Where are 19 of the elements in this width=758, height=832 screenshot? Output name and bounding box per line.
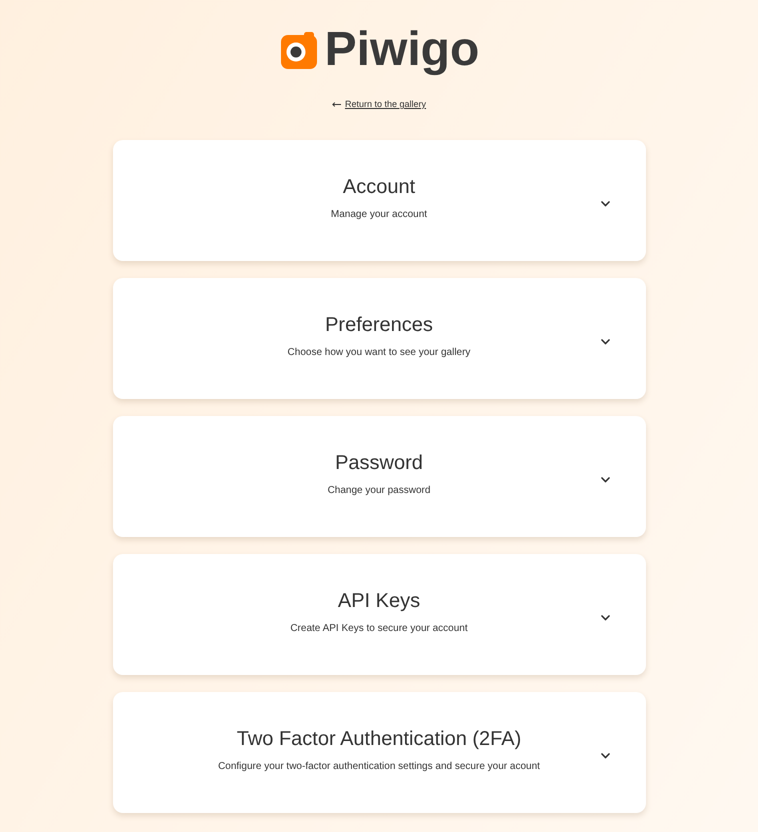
camera-logo-icon xyxy=(280,32,317,68)
arrow-left-icon xyxy=(332,102,341,106)
section-title: Preferences xyxy=(325,313,433,337)
section-title: Two Factor Authentication (2FA) xyxy=(236,727,522,751)
section-description: Manage your account xyxy=(330,208,428,221)
return-to-gallery-link[interactable]: Return to the gallery xyxy=(332,98,426,110)
accordion-card[interactable]: Account Manage your account xyxy=(112,140,646,261)
section-description: Choose how you want to see your gallery xyxy=(288,346,470,359)
section-description: Change your password xyxy=(328,484,430,497)
section-description: Configure your two-factor authentication settings and secure your acount xyxy=(218,760,540,773)
section-description: Create API Keys to secure your account xyxy=(290,622,468,635)
logo-text: Piwigo xyxy=(324,22,480,78)
accordion-card[interactable]: Password Change your password xyxy=(112,416,646,537)
section-title: API Keys xyxy=(338,589,420,613)
section-title: Account xyxy=(342,175,416,199)
section-title: Password xyxy=(335,451,423,475)
accordion-card[interactable]: API Keys Create API Keys to secure your account xyxy=(112,554,646,675)
accordion-card[interactable]: Two Factor Authentication (2FA) Configure your two-factor authentication settings and secure your acount xyxy=(112,692,646,813)
accordion-card[interactable]: Preferences Choose how you want to see your gallery xyxy=(112,278,646,399)
